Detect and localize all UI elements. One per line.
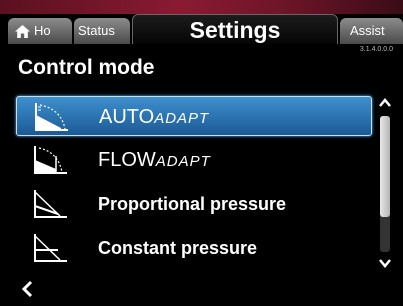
list-item-label: Proportional pressure (98, 194, 287, 214)
scroll-down-arrow[interactable] (376, 256, 394, 272)
tab-assist[interactable]: Assist (340, 18, 403, 44)
chevron-left-icon (21, 280, 33, 298)
home-icon (15, 25, 30, 39)
control-mode-list: AUTOADAPT FLOWADAPT Proportional pressur… (16, 96, 372, 270)
scroll-thumb[interactable] (380, 116, 390, 217)
list-item-flow-adapt[interactable]: FLOWADAPT (16, 140, 372, 180)
back-button[interactable] (16, 278, 40, 300)
list-item-label: Constant pressure (98, 238, 258, 258)
page-title: Control mode (18, 56, 155, 79)
software-version: 3.1.4.0.0.0 (359, 46, 393, 53)
list-item-auto-adapt[interactable]: AUTOADAPT (16, 96, 372, 136)
scroll-track[interactable] (380, 116, 390, 252)
flow-adapt-curve-icon (34, 146, 67, 174)
list-item-proportional-pressure[interactable]: Proportional pressure (16, 184, 372, 224)
chevron-up-icon (379, 98, 391, 107)
chevron-down-icon (379, 259, 391, 268)
tab-home[interactable]: Ho (8, 18, 72, 44)
tab-bar: Ho Status Settings Assist (0, 12, 403, 44)
proportional-pressure-curve-icon (34, 190, 67, 218)
list-item-label: AUTOADAPT (99, 106, 210, 128)
tab-home-label: Ho (34, 23, 51, 38)
pump-display-screen: Ho Status Settings Assist 3.1.4.0.0.0 Co… (0, 0, 403, 306)
auto-adapt-curve-icon (35, 103, 68, 131)
scrollbar[interactable] (376, 96, 394, 274)
constant-pressure-curve-icon (34, 234, 67, 262)
tab-status[interactable]: Status (74, 18, 130, 44)
tab-settings[interactable]: Settings (132, 14, 338, 44)
list-item-constant-pressure[interactable]: Constant pressure (16, 228, 372, 268)
list-item-label: FLOWADAPT (98, 149, 211, 171)
scroll-up-arrow[interactable] (376, 96, 394, 112)
